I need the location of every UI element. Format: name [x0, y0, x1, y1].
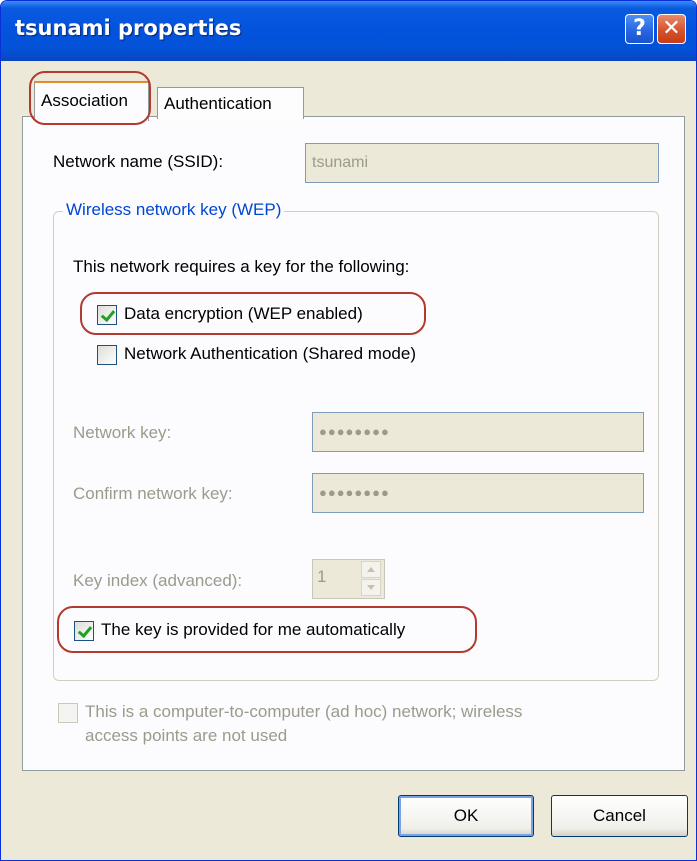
annotation-circle-association-tab [29, 71, 151, 125]
ok-button[interactable]: OK [398, 795, 534, 837]
ssid-label: Network name (SSID): [53, 152, 224, 171]
auto-key-label[interactable]: The key is provided for me automatically [101, 620, 405, 640]
requires-key-text: This network requires a key for the foll… [73, 257, 410, 276]
confirm-key-label: Confirm network key: [73, 484, 233, 503]
help-button[interactable]: ? [625, 14, 654, 44]
title-bar[interactable]: tsunami properties ? ✕ [1, 1, 696, 61]
network-key-label: Network key: [73, 423, 172, 442]
confirm-key-field[interactable]: ●●●●●●●● [312, 473, 644, 513]
wep-group-title: Wireless network key (WEP) [63, 200, 285, 220]
data-encryption-label[interactable]: Data encryption (WEP enabled) [124, 304, 363, 324]
network-auth-label[interactable]: Network Authentication (Shared mode) [124, 344, 416, 364]
ssid-field[interactable]: tsunami [305, 143, 659, 183]
cancel-button[interactable]: Cancel [551, 795, 688, 837]
key-index-spinner[interactable]: 1 [312, 559, 385, 599]
window-title: tsunami properties [15, 16, 242, 40]
data-encryption-checkbox[interactable] [97, 305, 117, 325]
adhoc-label-line1: This is a computer-to-computer (ad hoc) … [85, 702, 523, 721]
close-button[interactable]: ✕ [657, 14, 686, 44]
spin-up-icon[interactable] [361, 561, 381, 578]
adhoc-checkbox[interactable] [58, 703, 78, 723]
network-key-field[interactable]: ●●●●●●●● [312, 412, 644, 452]
spin-down-icon[interactable] [361, 579, 381, 596]
key-index-label: Key index (advanced): [73, 571, 243, 590]
auto-key-checkbox[interactable] [74, 621, 94, 641]
adhoc-label-line2: access points are not used [85, 726, 288, 745]
properties-dialog: tsunami properties ? ✕ Association Authe… [0, 0, 697, 861]
tab-authentication[interactable]: Authentication [157, 87, 304, 119]
network-auth-checkbox[interactable] [97, 345, 117, 365]
key-index-value: 1 [317, 567, 327, 586]
